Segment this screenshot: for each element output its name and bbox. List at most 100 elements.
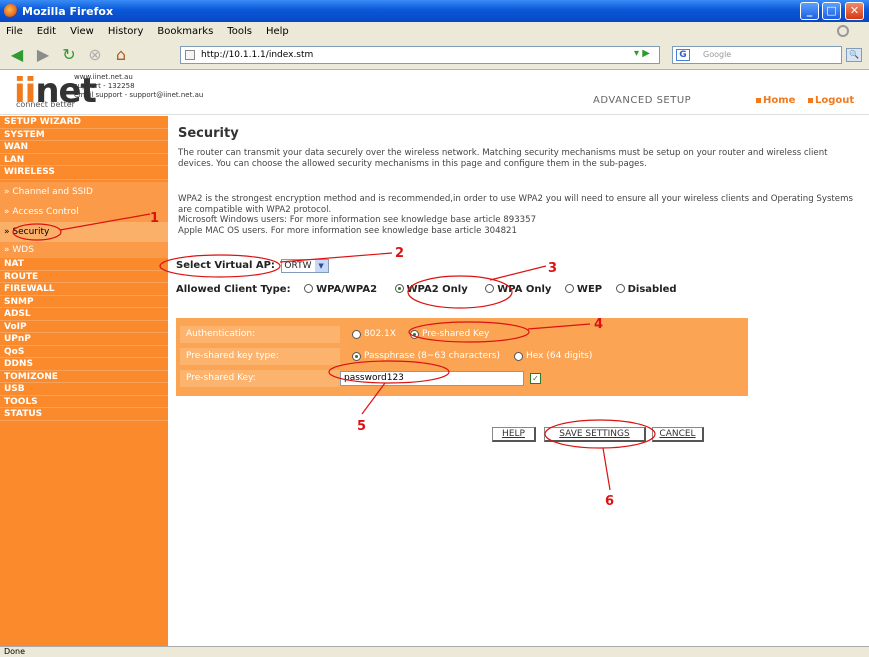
logout-link-label[interactable]: Logout <box>815 95 854 106</box>
radio-wpa-only[interactable] <box>485 284 495 293</box>
radio-wpa2-only-label[interactable]: WPA2 Only <box>407 284 468 295</box>
authentication-options: 802.1X Pre-shared Key <box>344 329 489 339</box>
sidebar-item-status[interactable]: STATUS <box>0 408 168 421</box>
sidebar-item-nat[interactable]: NAT <box>0 258 168 271</box>
radio-wep-label[interactable]: WEP <box>577 284 602 295</box>
psk-type-options: Passphrase (8~63 characters) Hex (64 dig… <box>344 351 592 361</box>
windows-note: Microsoft Windows users: For more inform… <box>178 215 537 225</box>
sidebar-subitem-access-control[interactable]: » Access Control <box>0 202 168 222</box>
radio-802-1x-label[interactable]: 802.1X <box>364 329 396 339</box>
sidebar-item-usb[interactable]: USB <box>0 383 168 396</box>
radio-pre-shared-key-label[interactable]: Pre-shared Key <box>422 329 489 339</box>
logout-link[interactable]: Logout <box>808 95 854 106</box>
radio-disabled[interactable] <box>615 284 625 293</box>
sidebar: SETUP WIZARD SYSTEM WAN LAN WIRELESS » C… <box>0 116 168 646</box>
virtual-ap-select[interactable]: ORTW ▼ <box>281 259 329 273</box>
maximize-button[interactable]: □ <box>822 2 841 20</box>
virtual-ap-row: Select Virtual AP: ORTW ▼ <box>176 259 329 273</box>
home-link-label[interactable]: Home <box>763 95 795 106</box>
menu-tools[interactable]: Tools <box>227 26 252 37</box>
radio-wpa2-only[interactable] <box>394 284 404 293</box>
menu-history[interactable]: History <box>108 26 144 37</box>
radio-passphrase[interactable] <box>352 351 361 361</box>
throbber-icon <box>837 25 849 37</box>
status-bar: Done <box>0 646 869 657</box>
virtual-ap-value: ORTW <box>284 261 312 271</box>
go-button[interactable]: ▾ ▶ <box>634 48 656 62</box>
sidebar-item-firewall[interactable]: FIREWALL <box>0 283 168 296</box>
virtual-ap-label: Select Virtual AP: <box>176 260 275 271</box>
radio-wep[interactable] <box>564 284 574 293</box>
sidebar-item-tomizone[interactable]: TOMIZONE <box>0 371 168 383</box>
sidebar-item-wan[interactable]: WAN <box>0 141 168 154</box>
intro-text: The router can transmit your data secure… <box>178 148 828 169</box>
sidebar-subitem-security[interactable]: » Security <box>0 222 168 242</box>
mac-note: Apple MAC OS users. For more information… <box>178 225 517 236</box>
home-icon[interactable]: ⌂ <box>110 44 132 66</box>
client-type-label: Allowed Client Type: <box>176 284 291 295</box>
sidebar-item-voip[interactable]: VoIP <box>0 321 168 333</box>
menu-file[interactable]: File <box>6 26 23 37</box>
section-heading: ADVANCED SETUP <box>593 95 692 106</box>
help-button[interactable]: HELP <box>492 427 536 442</box>
menu-bar: File Edit View History Bookmarks Tools H… <box>0 22 869 40</box>
radio-pre-shared-key[interactable] <box>409 329 419 339</box>
sidebar-item-snmp[interactable]: SNMP <box>0 296 168 308</box>
navigation-toolbar: ◀ ▶ ↻ ⊗ ⌂ http://10.1.1.1/index.stm ▾ ▶ … <box>0 40 869 70</box>
website-text: www.iinet.net.au <box>74 73 133 81</box>
forward-icon[interactable]: ▶ <box>32 44 54 66</box>
main-content: Security The router can transmit your da… <box>170 116 866 646</box>
radio-wpa-wpa2-label[interactable]: WPA/WPA2 <box>316 284 377 295</box>
menu-bookmarks[interactable]: Bookmarks <box>157 26 213 37</box>
url-bar[interactable]: http://10.1.1.1/index.stm <box>180 46 660 64</box>
show-key-checkbox[interactable]: ✓ <box>530 372 541 384</box>
close-button[interactable]: ✕ <box>845 2 864 20</box>
page-icon <box>185 50 195 60</box>
sidebar-subitem-wds[interactable]: » WDS <box>0 242 168 258</box>
logo-tagline: connect better <box>16 100 75 109</box>
authentication-label: Authentication: <box>180 325 340 343</box>
sidebar-item-route[interactable]: ROUTE <box>0 271 168 283</box>
search-input[interactable]: G Google <box>672 46 842 64</box>
sidebar-item-ddns[interactable]: DDNS <box>0 358 168 371</box>
home-link[interactable]: Home <box>756 95 795 106</box>
sidebar-item-wireless[interactable]: WIRELESS <box>0 166 168 180</box>
radio-wpa-only-label[interactable]: WPA Only <box>497 284 551 295</box>
table-row: Pre-shared key type: Passphrase (8~63 ch… <box>180 345 744 367</box>
stop-icon[interactable]: ⊗ <box>84 44 106 66</box>
sidebar-item-qos[interactable]: QoS <box>0 346 168 358</box>
radio-passphrase-label[interactable]: Passphrase (8~63 characters) <box>364 351 500 361</box>
menu-help[interactable]: Help <box>266 26 289 37</box>
radio-802-1x[interactable] <box>352 329 361 339</box>
window-title: Mozilla Firefox <box>22 4 114 18</box>
sidebar-item-system[interactable]: SYSTEM <box>0 129 168 141</box>
sidebar-subitem-channel-ssid[interactable]: » Channel and SSID <box>0 182 168 202</box>
sidebar-item-tools[interactable]: TOOLS <box>0 396 168 408</box>
radio-hex-label[interactable]: Hex (64 digits) <box>526 351 592 361</box>
authentication-table: Authentication: 802.1X Pre-shared Key Pr… <box>176 318 748 396</box>
psk-input[interactable]: password123 <box>340 370 524 386</box>
save-settings-button[interactable]: SAVE SETTINGS <box>544 427 646 442</box>
minimize-button[interactable]: _ <box>800 2 819 20</box>
menu-edit[interactable]: Edit <box>37 26 56 37</box>
radio-disabled-label[interactable]: Disabled <box>628 284 677 295</box>
search-icon[interactable]: 🔍 <box>846 48 862 62</box>
cancel-button[interactable]: CANCEL <box>652 427 704 442</box>
sidebar-item-setup-wizard[interactable]: SETUP WIZARD <box>0 116 168 129</box>
radio-wpa-wpa2[interactable] <box>304 284 314 293</box>
radio-hex[interactable] <box>514 351 524 361</box>
psk-label: Pre-shared Key: <box>180 369 340 387</box>
back-icon[interactable]: ◀ <box>6 44 28 66</box>
page-title: Security <box>178 126 239 141</box>
support-phone: support - 132258 <box>74 82 135 90</box>
sidebar-item-upnp[interactable]: UPnP <box>0 333 168 346</box>
psk-type-label: Pre-shared key type: <box>180 347 340 365</box>
reload-icon[interactable]: ↻ <box>58 44 80 66</box>
sidebar-item-adsl[interactable]: ADSL <box>0 308 168 321</box>
chevron-down-icon[interactable]: ▼ <box>314 260 328 272</box>
table-row: Pre-shared Key: password123 ✓ <box>180 367 744 389</box>
google-icon[interactable]: G <box>676 49 690 61</box>
bullet-icon <box>808 97 813 103</box>
menu-view[interactable]: View <box>70 26 94 37</box>
sidebar-item-lan[interactable]: LAN <box>0 154 168 166</box>
